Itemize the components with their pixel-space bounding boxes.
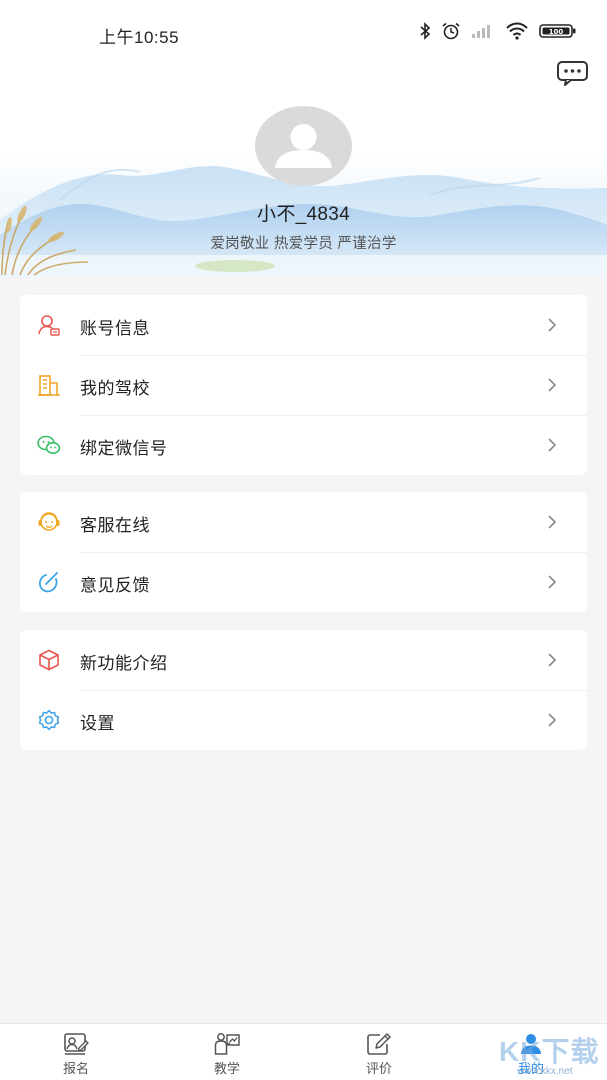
menu-card-account: 账号信息 我的驾校 绑定微信号: [20, 295, 587, 475]
profile-header: 上午10:55 100 小不_4834 爱岗敬业 热爱学员 严谨治学: [0, 0, 607, 278]
chat-bubble-icon[interactable]: [556, 60, 589, 86]
building-icon: [38, 375, 60, 396]
bluetooth-icon: [420, 22, 431, 40]
menu-item-customer-service[interactable]: 客服在线: [20, 492, 587, 552]
menu-item-label: 绑定微信号: [80, 439, 168, 458]
username: 小不_4834: [257, 204, 350, 225]
default-avatar-icon: [275, 124, 332, 168]
menu-item-my-school[interactable]: 我的驾校: [20, 355, 587, 415]
wifi-icon: [506, 22, 528, 40]
menu-item-label: 客服在线: [80, 516, 150, 535]
menu-item-account-info[interactable]: 账号信息: [20, 295, 587, 355]
menu-item-feedback[interactable]: 意见反馈: [20, 552, 587, 612]
chevron-right-icon: [548, 575, 557, 589]
watermark: KK下载 www.kkx.net: [485, 1022, 607, 1080]
chevron-right-icon: [548, 378, 557, 392]
chevron-right-icon: [548, 515, 557, 529]
teaching-icon: [214, 1033, 240, 1055]
menu-item-label: 设置: [80, 714, 115, 733]
avatar[interactable]: [255, 106, 352, 186]
motto: 爱岗敬业 热爱学员 严谨治学: [210, 236, 397, 252]
chevron-right-icon: [548, 653, 557, 667]
status-icons: 100: [419, 22, 577, 40]
chevron-right-icon: [548, 713, 557, 727]
chevron-right-icon: [548, 438, 557, 452]
menu-item-label: 新功能介绍: [80, 654, 168, 673]
headset-icon: [38, 512, 60, 531]
status-bar: 上午10:55 100: [0, 18, 607, 50]
alarm-icon: [442, 22, 460, 40]
watermark-text: KK下载: [499, 1036, 600, 1067]
menu-item-bind-wechat[interactable]: 绑定微信号: [20, 415, 587, 475]
menu-item-label: 我的驾校: [80, 379, 150, 398]
wechat-icon: [37, 435, 61, 454]
tab-teaching[interactable]: 教学: [172, 1024, 282, 1080]
evaluate-icon: [367, 1033, 391, 1055]
feedback-icon: [38, 572, 58, 593]
menu-item-label: 账号信息: [80, 319, 150, 338]
chevron-right-icon: [548, 318, 557, 332]
battery-icon: 100: [539, 24, 576, 38]
tab-label: 教学: [213, 1061, 240, 1076]
status-time: 上午10:55: [99, 28, 180, 47]
box-icon: [39, 649, 59, 671]
tab-label: 报名: [62, 1061, 89, 1076]
tab-evaluate[interactable]: 评价: [324, 1024, 434, 1080]
menu-card-app: 新功能介绍 设置: [20, 630, 587, 750]
menu-item-label: 意见反馈: [80, 576, 150, 595]
tab-label: 评价: [365, 1061, 392, 1076]
gear-icon: [38, 709, 60, 731]
menu-item-new-features[interactable]: 新功能介绍: [20, 630, 587, 690]
menu-card-support: 客服在线 意见反馈: [20, 492, 587, 612]
signup-icon: [64, 1033, 89, 1055]
tab-signup[interactable]: 报名: [21, 1024, 131, 1080]
account-icon: [38, 315, 60, 336]
menu-item-settings[interactable]: 设置: [20, 690, 587, 750]
signal-icon: [472, 25, 490, 38]
battery-level: 100: [549, 28, 564, 36]
watermark-url: www.kkx.net: [517, 1066, 573, 1077]
